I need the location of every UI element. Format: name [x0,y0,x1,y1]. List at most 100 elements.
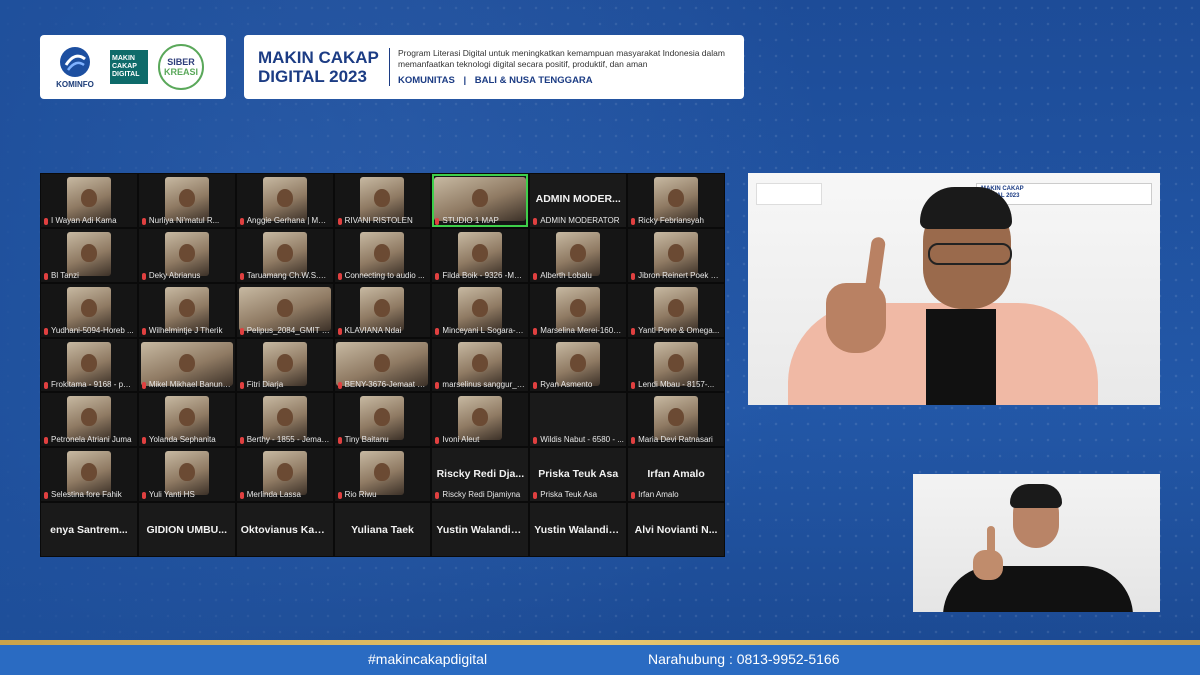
participant-video [140,341,233,386]
participant-name-label: Mikel Mikhael Banuna... [141,380,233,390]
participant-tile[interactable]: Yolanda Sephanita [138,393,235,447]
participant-video [164,177,209,221]
siber-logo-line: SIBER [167,57,195,67]
participant-tile[interactable]: Alberth Lobalu [530,228,627,282]
participant-name-label: Anggie Gerhana | Mol... [239,216,331,225]
participant-tile[interactable]: Petronela Atriani Juma [41,393,137,447]
participant-tile[interactable]: Pelipus_2084_GMIT H... [236,283,333,337]
participant-tile[interactable]: RIVANI RISTOLEN [334,174,431,227]
participant-tile[interactable]: Berthy - 1855 - Jemaat... [236,393,333,447]
participant-video [66,396,111,441]
participant-display-name: Oktovianus Kari... [240,523,329,536]
participant-tile[interactable]: Selestina fore Fahik [41,448,137,502]
participant-video [66,286,111,331]
participant-tile[interactable]: Priska Teuk Asa Priska Teuk Asa [530,448,627,502]
participant-tile[interactable]: I Wayan Adi Kama [41,174,137,227]
participant-tile[interactable]: Minceyani L Sogara-6... [432,283,529,337]
participant-tile[interactable]: Yanti Pono & Omega... [628,283,724,337]
participant-display-name: Priska Teuk Asa [538,467,619,480]
logo-card: KOMINFO MAKIN CAKAP DIGITAL SIBER KREASI [40,35,226,99]
participant-name-label: marselinus sanggur_7... [434,380,526,390]
participant-video [360,396,405,441]
participant-video [262,177,307,221]
participant-tile[interactable]: Tiny Baitanu [334,393,431,447]
participant-name-label: Bl Tanzi [43,271,135,280]
participant-tile[interactable]: KLAVIANA Ndai [334,283,431,337]
participant-name-label: Yanti Pono & Omega... [630,326,722,335]
participant-tile[interactable]: Yuli Yanti HS [138,448,235,502]
speaker-hand [826,283,886,353]
participant-video [360,231,405,276]
footer-bar: #makincakapdigital Narahubung : 0813-995… [0,645,1200,675]
participant-name-label: Tiny Baitanu [337,435,429,445]
participant-tile[interactable]: Yustin Walandima [530,503,627,556]
participant-tile[interactable]: Jibron Reinert Poek S... [628,228,724,282]
participant-tile[interactable]: Riscky Redi Dja... Riscky Redi Djamiyna [432,448,529,502]
participant-video [654,286,699,331]
participant-tile[interactable]: Yudhani-5094-Horeb ... [41,283,137,337]
participant-name-label: Deky Abrianus [141,271,233,280]
participant-tile[interactable]: Lendi Mbau - 8157-... [628,338,724,392]
participant-tile[interactable]: Maria Devi Ratnasari [628,393,724,447]
participant-tile[interactable]: Yustin Walandima [432,503,529,556]
speaker-shirt [926,309,996,405]
program-title-line1: MAKIN CAKAP [258,48,379,67]
participant-tile[interactable]: Deky Abrianus [138,228,235,282]
participant-tile[interactable]: Bl Tanzi [41,228,137,282]
participant-name-label: Rio Riwu [337,490,429,500]
participant-tile[interactable]: Frokitama - 9168 - peli... [41,338,137,392]
interpreter-body [943,566,1133,612]
participant-tile[interactable]: Connecting to audio ... [334,228,431,282]
participant-tile[interactable]: marselinus sanggur_7... [432,338,529,392]
sign-interpreter-video[interactable] [913,474,1160,612]
participant-name-label: I Wayan Adi Kama [43,216,135,225]
participant-name-label: Merlinda Lassa [239,490,331,500]
participant-display-name: ADMIN MODER... [535,193,621,206]
participant-tile[interactable]: ADMIN MODER... ADMIN MODERATOR [530,174,627,227]
participant-tile[interactable]: Anggie Gerhana | Mol... [236,174,333,227]
participant-video [556,341,601,386]
participant-name-label: BENY-3676-Jemaat G... [337,380,428,390]
program-info: Program Literasi Digital untuk meningkat… [390,48,730,86]
program-subtitle: KOMUNITAS | BALI & NUSA TENGGARA [398,75,730,86]
participant-name-label: Marselina Merei-1608-... [532,326,624,335]
participant-name-label: Yuli Yanti HS [141,490,233,500]
participant-tile[interactable]: Taruamang Ch.W.S.S. B... [236,228,333,282]
participant-name-label: Yudhani-5094-Horeb ... [43,326,135,335]
participant-tile[interactable]: Alvi Novianti N... [628,503,724,556]
participant-display-name: Alvi Novianti N... [634,523,718,536]
interpreter-hand [973,550,1003,580]
kominfo-label: KOMINFO [56,80,94,89]
program-title-line2: DIGITAL 2023 [258,67,367,86]
participant-video [262,396,307,441]
participant-tile[interactable]: Filda Boik - 9326 -Mah... [432,228,529,282]
participant-name-label: Wilhelmintje J Therik [141,326,233,335]
participant-tile[interactable]: enya Santrem... [41,503,137,556]
participant-tile[interactable]: Nurliya Ni'matul R... [138,174,235,227]
participant-tile[interactable]: Fitri Diarja [236,338,333,392]
participant-tile[interactable]: Ivoni Aleut [432,393,529,447]
participant-tile[interactable]: Ryan Asmento [530,338,627,392]
participant-name-label: Ryan Asmento [532,380,624,390]
participant-tile[interactable]: Wilhelmintje J Therik [138,283,235,337]
participant-name-label: Maria Devi Ratnasari [630,435,722,445]
mcd-logo-line: DIGITAL [112,71,140,78]
participant-tile[interactable]: BENY-3676-Jemaat G... [334,338,431,392]
participant-tile[interactable]: Ricky Febriansyah [628,174,724,227]
participant-tile[interactable]: Marselina Merei-1608-... [530,283,627,337]
participant-tile[interactable]: Irfan Amalo Irfan Amalo [628,448,724,502]
participant-video [262,451,307,496]
participant-name-label: Berthy - 1855 - Jemaat... [239,435,331,445]
participant-tile[interactable]: Yuliana Taek [334,503,431,556]
participant-tile[interactable]: Merlinda Lassa [236,448,333,502]
participant-tile[interactable]: GIDION UMBU... [138,503,235,556]
participant-tile[interactable]: Mikel Mikhael Banuna... [138,338,235,392]
participant-name-label: STUDIO 1 MAP [434,216,526,225]
participant-tile[interactable]: Rio Riwu [334,448,431,502]
participant-tile[interactable]: Oktovianus Kari... [236,503,333,556]
speaker-video[interactable]: MAKIN CAKAP DIGITAL 2023 [748,173,1160,405]
participant-name-label: Lendi Mbau - 8157-... [630,380,722,390]
speaker-banner-title2: DIGITAL 2023 [981,193,1020,199]
participant-tile[interactable]: STUDIO 1 MAP [432,174,529,227]
participant-tile[interactable]: Wildis Nabut - 6580 - ... [530,393,627,447]
